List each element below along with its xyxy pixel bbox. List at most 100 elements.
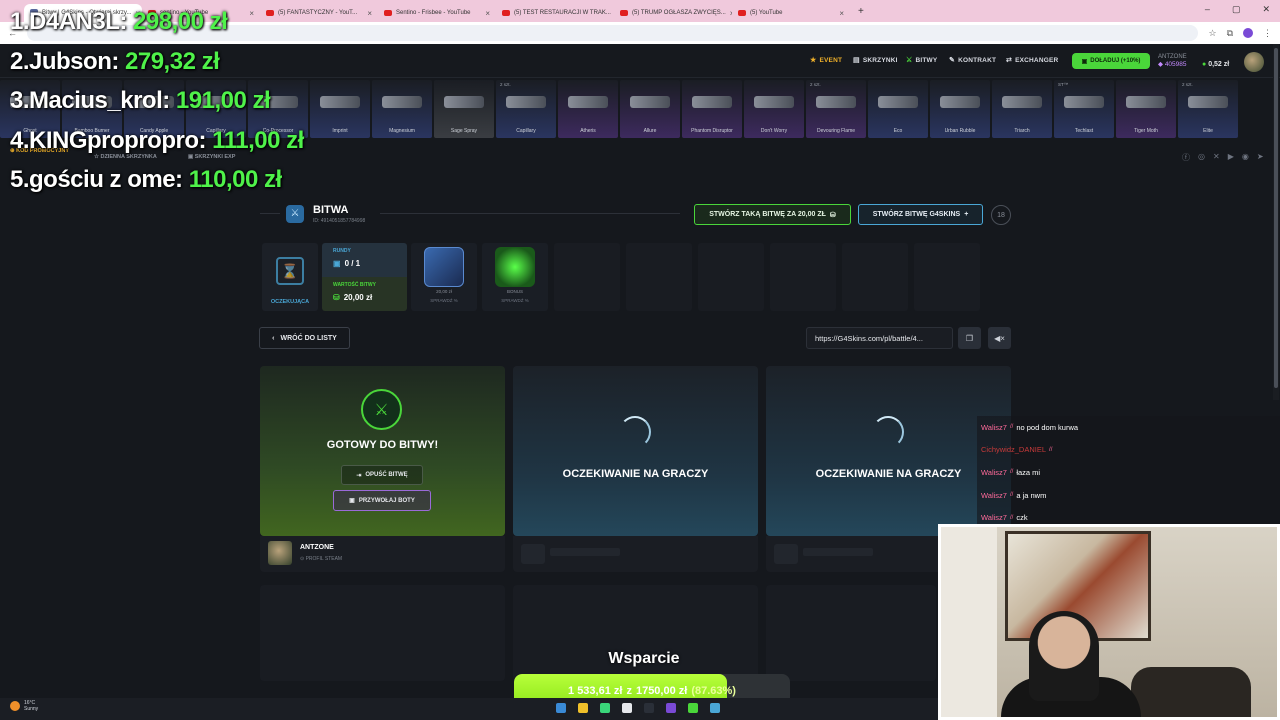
drop-item[interactable]: Phantom Disruptor (682, 80, 742, 138)
placeholder-avatar (521, 544, 545, 564)
drop-item[interactable]: Urban Rubble (930, 80, 990, 138)
check-odds-link[interactable]: SPRAWDŹ % (411, 298, 477, 303)
nav-cases[interactable]: ▤ SKRZYNKI (853, 56, 898, 65)
pen-icon: ✎ (949, 57, 956, 64)
app-icon[interactable] (644, 703, 654, 713)
battle-case-2[interactable]: BONUS SPRAWDŹ % (482, 243, 548, 311)
drop-item[interactable]: ST™ Techlast (1054, 80, 1114, 138)
browser-tab[interactable]: (5) TEST RESTAURACJI W TRAK...× (496, 4, 614, 22)
browser-tab[interactable]: (5) TRUMP OGŁASZA ZWYCIĘS...× (614, 4, 732, 22)
drop-item[interactable]: Allure (620, 80, 680, 138)
close-window-icon[interactable]: ✕ (1262, 4, 1270, 15)
explorer-icon[interactable] (578, 703, 588, 713)
chat-username: Cichywidz_DANIEL (981, 445, 1047, 455)
youtube-icon[interactable]: ▶ (1228, 152, 1234, 163)
close-tab-icon[interactable]: × (367, 9, 372, 18)
weather-widget[interactable]: 16°C Sunny (10, 700, 38, 712)
drop-item[interactable]: Eco (868, 80, 928, 138)
new-tab-button[interactable]: + (858, 6, 864, 17)
create-same-battle-button[interactable]: STWÓRZ TAKĄ BITWĘ ZA 20,00 ZŁ ⛁ (694, 204, 851, 225)
player-bar (260, 536, 505, 572)
drop-item[interactable]: 2 szt. Elite (1178, 80, 1238, 138)
leaderboard-entry: 2.Jubson: 279,32 zł (10, 47, 220, 75)
mute-button[interactable]: ◀× (988, 327, 1011, 349)
copy-icon: ❐ (965, 333, 974, 343)
nav-exchanger[interactable]: ⇄ EXCHANGER (1006, 56, 1058, 65)
bot-icon: ▣ (349, 498, 355, 504)
chat-message: Walisz7//łaza mi (977, 461, 1280, 484)
nav-battles[interactable]: ⚔ BITWY (906, 56, 937, 65)
create-g4-battle-button[interactable]: STWÓRZ BITWĘ G4SKINS + (858, 204, 983, 225)
divider (380, 213, 680, 214)
topup-button[interactable]: ▣ DOŁADUJ (+10%) (1072, 53, 1150, 69)
leaderboard-entry: 1.D4AN3L: 298,00 zł (10, 8, 228, 35)
star-icon: ★ (810, 57, 817, 64)
case-image (424, 247, 464, 287)
separator-icon: // (1009, 424, 1014, 431)
minimize-icon[interactable]: – (1205, 4, 1210, 15)
weapon-image (568, 96, 608, 108)
close-tab-icon[interactable]: × (839, 9, 844, 18)
player-avatar[interactable] (268, 541, 292, 565)
browser-tab[interactable]: Sentino - Frisbee - YouTube × (378, 4, 496, 22)
facebook-icon[interactable]: ⓕ (1182, 152, 1190, 163)
start-icon[interactable] (556, 703, 566, 713)
close-tab-icon[interactable]: × (485, 9, 490, 18)
app-icon[interactable] (688, 703, 698, 713)
profile-icon[interactable] (1243, 28, 1253, 38)
steam-profile-link[interactable]: ⊙ PROFIL STEAM (300, 556, 342, 562)
drop-item[interactable]: Don't Worry (744, 80, 804, 138)
instagram-icon[interactable]: ◎ (1198, 152, 1205, 163)
x-icon[interactable]: ✕ (1213, 152, 1220, 163)
battle-link-field[interactable]: https://G4Skins.com/pl/battle/4... (806, 327, 953, 349)
chat-username: Walisz7 (981, 513, 1007, 523)
drop-item[interactable]: 2 szt. Devouring Flame (806, 80, 866, 138)
battle-status: ⌛ OCZEKUJĄCA (262, 243, 318, 311)
page-scrollbar[interactable] (1273, 44, 1279, 400)
scrollbar-thumb[interactable] (1274, 48, 1278, 388)
copy-link-button[interactable]: ❐ (958, 327, 981, 349)
back-to-list-button[interactable]: ‹ WRÓĆ DO LISTY (259, 327, 350, 349)
browser-tab[interactable]: (5) YouTube × (732, 4, 850, 22)
user-box[interactable]: ANTZONE ◆ 405985 (1158, 54, 1187, 68)
support-current: 1 533,61 zł (568, 684, 623, 697)
support-label: Wsparcie (608, 650, 680, 667)
coin-icon: ● (1202, 61, 1207, 68)
extensions-icon[interactable]: ⧉ (1227, 28, 1233, 39)
drop-item[interactable]: Atheris (558, 80, 618, 138)
weapon-image (1002, 96, 1042, 108)
app-icon[interactable] (710, 703, 720, 713)
chat-username: Walisz7 (981, 467, 1007, 477)
telegram-icon[interactable]: ➤ (1257, 152, 1264, 163)
drop-item[interactable]: Tiger Moth (1116, 80, 1176, 138)
bookmark-star-icon[interactable]: ☆ (1208, 28, 1216, 39)
nav-contract[interactable]: ✎ KONTRAKT (949, 56, 996, 65)
app-icon[interactable] (622, 703, 632, 713)
check-odds-link[interactable]: SPRAWDŹ % (482, 298, 548, 303)
user-points: ◆ 405985 (1158, 61, 1187, 68)
placeholder-name (550, 548, 620, 556)
drop-item[interactable]: Triarch (992, 80, 1052, 138)
drop-item[interactable]: Sage Spray (434, 80, 494, 138)
speaker-mute-icon: ◀× (994, 333, 1005, 343)
chrome-icon[interactable] (600, 703, 610, 713)
drop-item[interactable]: Imprint (310, 80, 370, 138)
maximize-icon[interactable]: ▢ (1232, 4, 1241, 15)
call-bots-button[interactable]: ▣ PRZYWOŁAJ BOTY (333, 490, 431, 511)
user-avatar[interactable] (1244, 52, 1264, 72)
nav-event[interactable]: ★ EVENT (810, 56, 842, 65)
chat-message: Cichywidz_DANIEL// (977, 438, 1280, 462)
discord-app-icon[interactable] (666, 703, 676, 713)
drop-item[interactable]: 2 szt. Capillary (496, 80, 556, 138)
age-badge: 18 (991, 205, 1011, 225)
placeholder-avatar (774, 544, 798, 564)
rounds-cell: RUNDY ▣ 0 / 1 (322, 243, 407, 277)
chat-text: no pod dom kurwa (1016, 422, 1079, 432)
battle-case-1[interactable]: 20,00 zł SPRAWDŹ % (411, 243, 477, 311)
menu-icon[interactable]: ⋮ (1263, 28, 1272, 39)
battle-id: ID: 4914051857784998 (313, 218, 366, 224)
player-name[interactable]: ANTZONE (300, 544, 334, 551)
discord-icon[interactable]: ◉ (1242, 152, 1249, 163)
leave-battle-button[interactable]: ⇥ OPUŚĆ BITWĘ (341, 465, 423, 485)
drop-item[interactable]: Magnesium (372, 80, 432, 138)
